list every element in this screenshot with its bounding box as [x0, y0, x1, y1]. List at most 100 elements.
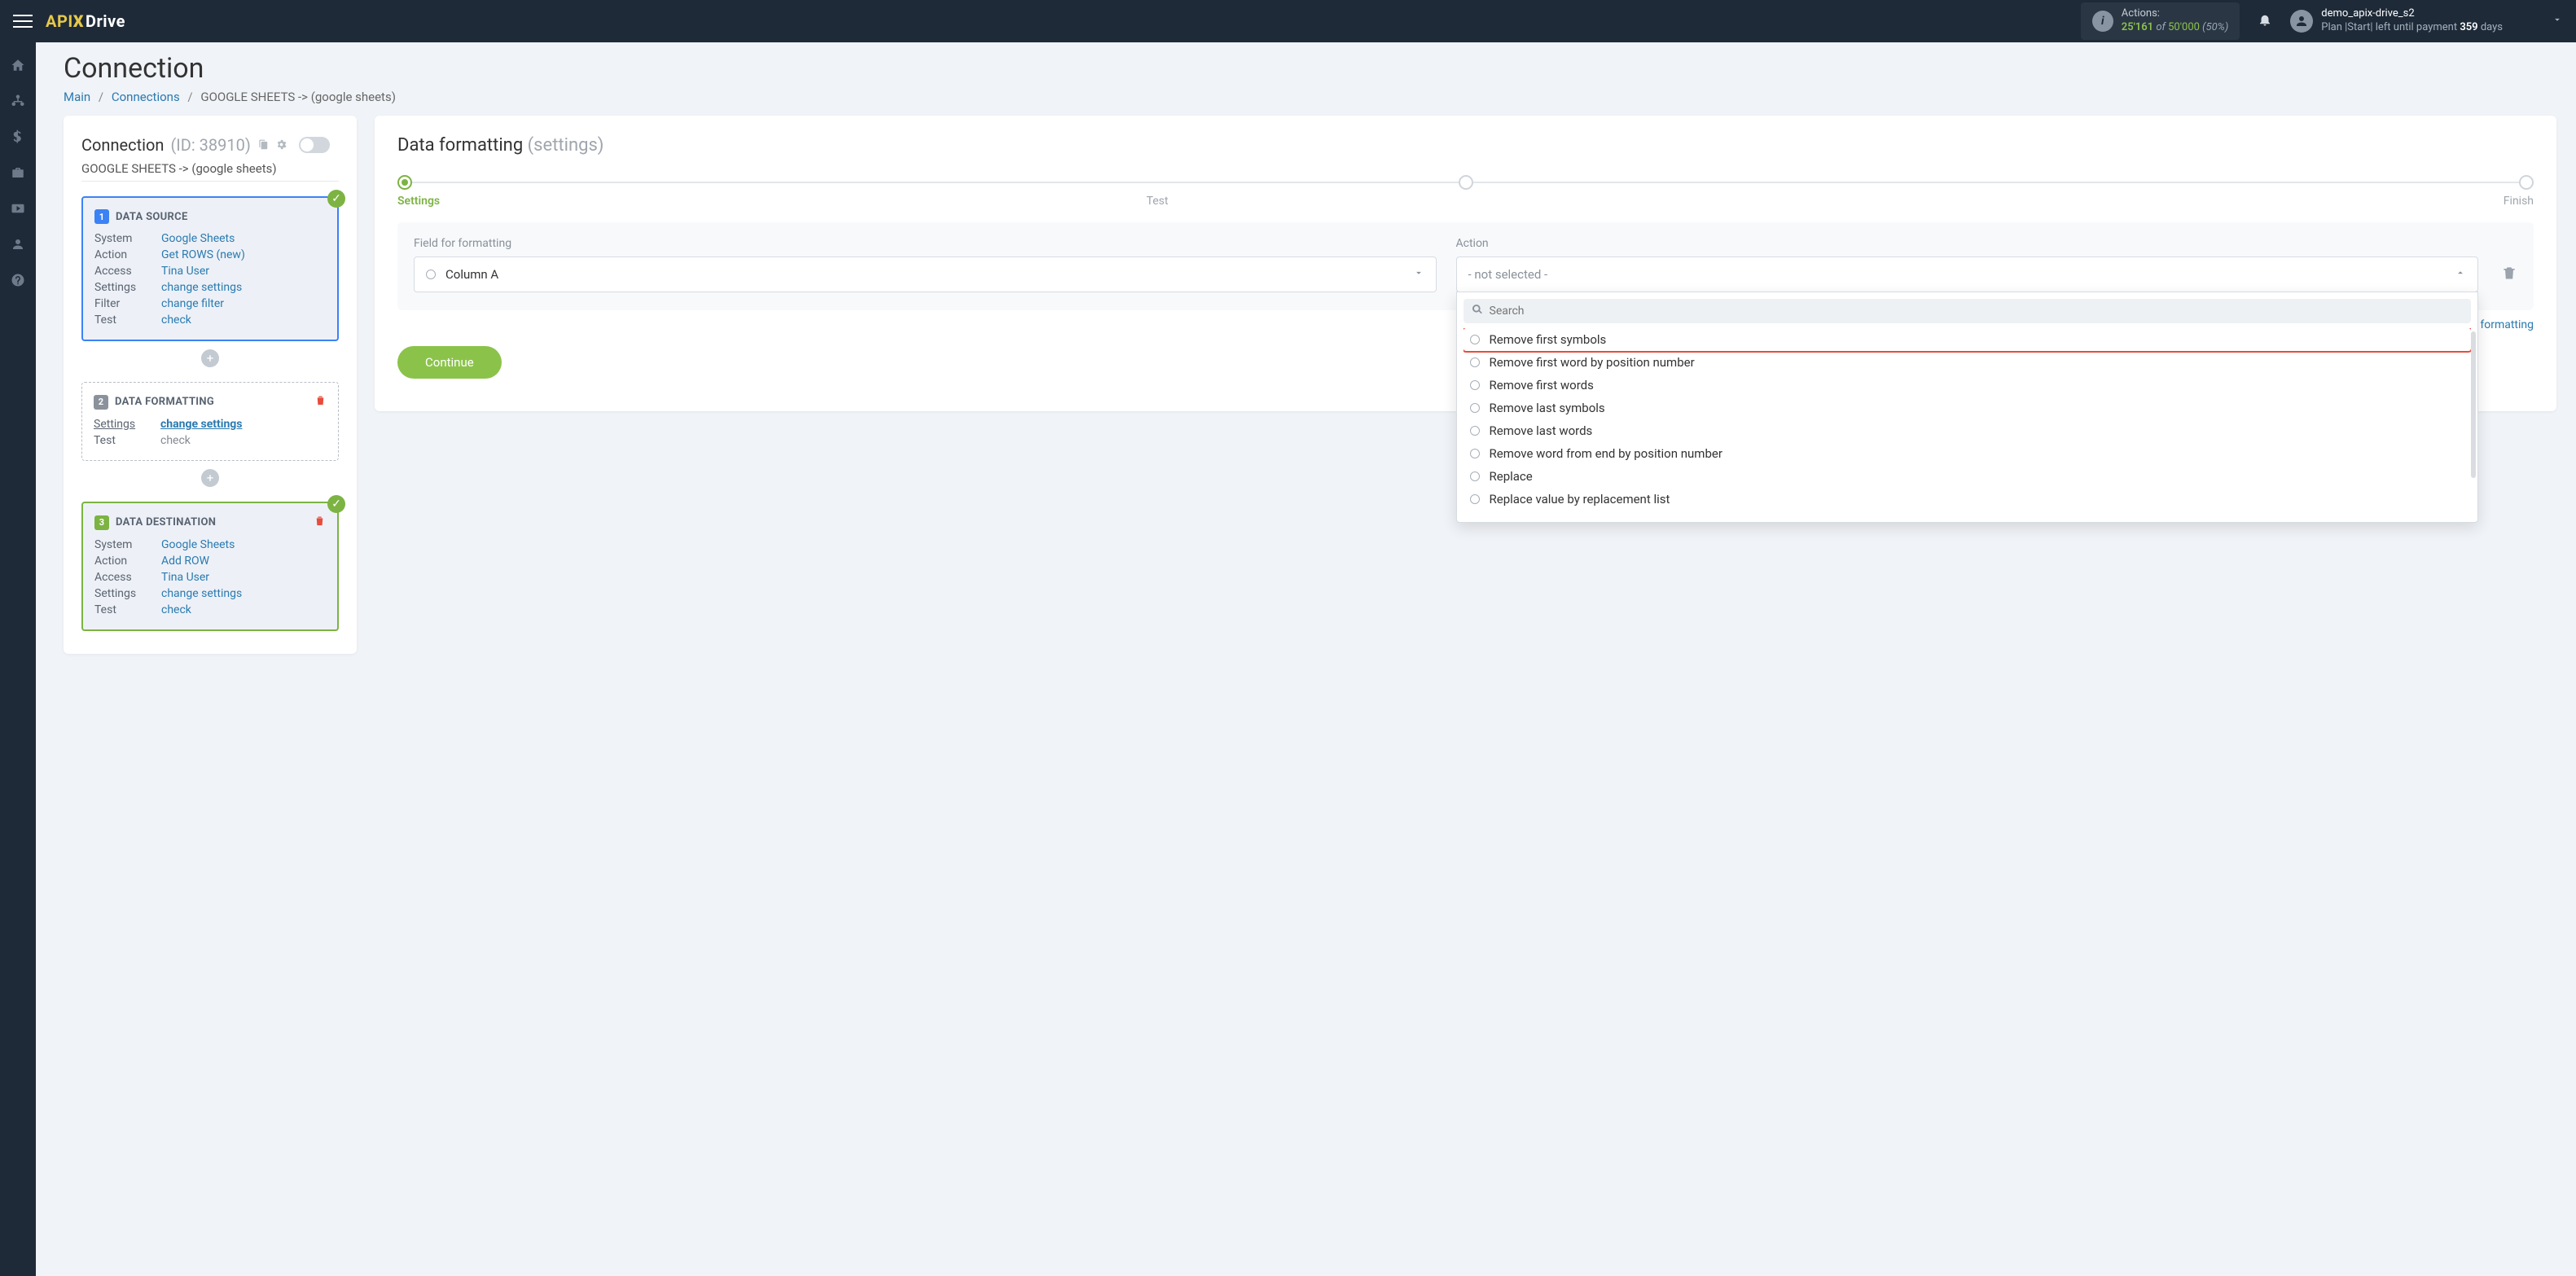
breadcrumb-connections[interactable]: Connections [112, 90, 180, 104]
trash-icon[interactable] [314, 515, 326, 530]
nav-video-icon[interactable] [0, 191, 36, 226]
radio-icon [1470, 426, 1480, 436]
chevron-up-icon [2455, 267, 2466, 282]
user-menu[interactable]: demo_apix-drive_s2 Plan |Start| left unt… [2290, 7, 2563, 35]
check-icon: ✓ [327, 190, 345, 208]
wizard-step-test[interactable] [1459, 175, 1473, 190]
user-name: demo_apix-drive_s2 [2321, 7, 2503, 21]
radio-icon [1470, 380, 1480, 390]
copy-icon[interactable] [257, 135, 269, 155]
formatting-row: Field for formatting Column A Action - n… [397, 222, 2534, 310]
chevron-down-icon[interactable] [2552, 14, 2563, 29]
wizard-step-finish[interactable] [2519, 175, 2534, 190]
data-formatting-box[interactable]: 2 DATA FORMATTING Settingschange setting… [81, 382, 339, 461]
continue-button[interactable]: Continue [397, 346, 502, 379]
action-option[interactable]: Remove first words [1464, 374, 2472, 397]
field-select[interactable]: Column A [414, 257, 1437, 292]
scrollbar[interactable] [2471, 331, 2476, 478]
dest-system-link[interactable]: Google Sheets [161, 538, 235, 551]
nav-help-icon[interactable] [0, 262, 36, 298]
dest-action-link[interactable]: Add ROW [161, 555, 209, 568]
breadcrumb-main[interactable]: Main [64, 90, 90, 104]
source-system-link[interactable]: Google Sheets [161, 232, 235, 245]
step-title: DATA DESTINATION [116, 516, 216, 528]
nav-briefcase-icon[interactable] [0, 155, 36, 191]
step-number: 2 [94, 395, 108, 410]
logo-drive: Drive [86, 11, 125, 31]
left-rail [0, 42, 36, 1276]
wizard-step-settings[interactable] [397, 175, 412, 190]
gear-icon[interactable] [275, 135, 287, 155]
top-bar: APIXDrive i Actions: 25'161 of 50'000 (5… [0, 0, 2576, 42]
step-title: DATA SOURCE [116, 211, 188, 223]
action-option[interactable]: Replace value by replacement list [1464, 488, 2472, 511]
formatting-settings-link[interactable]: change settings [160, 418, 242, 431]
formatting-title: Data formatting [397, 135, 523, 156]
radio-icon [1470, 471, 1480, 481]
nav-billing-icon[interactable] [0, 119, 36, 155]
logo-x: X [73, 11, 84, 31]
radio-icon [1470, 335, 1480, 344]
connection-toggle[interactable] [299, 137, 330, 153]
action-option[interactable]: Remove last symbols [1464, 397, 2472, 419]
source-action-link[interactable]: Get ROWS (new) [161, 248, 245, 261]
action-option-label: Remove last words [1490, 423, 1593, 438]
user-plan: Plan |Start| left until payment 359 days [2321, 21, 2503, 35]
action-option-label: Replace [1490, 469, 1533, 484]
add-step-button[interactable]: + [201, 469, 219, 487]
step-number: 1 [94, 209, 109, 224]
action-option[interactable]: Round the column [1464, 511, 2472, 515]
nav-profile-icon[interactable] [0, 226, 36, 262]
chevron-down-icon [1413, 267, 1424, 282]
action-option[interactable]: Remove last words [1464, 419, 2472, 442]
logo-api: API [46, 11, 73, 31]
dropdown-search[interactable] [1464, 299, 2472, 323]
source-test-link[interactable]: check [161, 314, 191, 327]
action-option[interactable]: Remove first word by position number [1464, 351, 2472, 374]
radio-icon [1470, 403, 1480, 413]
actions-label: Actions: [2122, 7, 2229, 21]
radio-icon [1470, 494, 1480, 504]
wizard-label-finish: Finish [2504, 195, 2534, 208]
nav-connections-icon[interactable] [0, 83, 36, 119]
add-step-button[interactable]: + [201, 349, 219, 367]
radio-icon [1470, 357, 1480, 367]
action-option[interactable]: Remove word from end by position number [1464, 442, 2472, 465]
actions-of: of [2156, 21, 2166, 33]
action-select[interactable]: - not selected - [1456, 257, 2479, 292]
actions-box[interactable]: i Actions: 25'161 of 50'000 (50%) [2081, 2, 2240, 40]
action-label: Action [1456, 237, 2479, 250]
step-title: DATA FORMATTING [115, 396, 214, 408]
field-value: Column A [445, 267, 498, 282]
actions-pct: (50%) [2202, 21, 2228, 33]
trash-icon[interactable] [314, 394, 327, 410]
source-filter-link[interactable]: change filter [161, 297, 224, 310]
bell-icon[interactable] [2258, 12, 2272, 31]
dropdown-search-input[interactable] [1490, 305, 2464, 318]
dest-settings-link[interactable]: change settings [161, 587, 242, 600]
search-icon [1472, 304, 1483, 318]
info-icon: i [2092, 11, 2113, 32]
formatting-panel: Data formatting (settings) Settings Test… [375, 116, 2556, 411]
data-destination-box[interactable]: ✓ 3 DATA DESTINATION SystemGoogle Sheets… [81, 502, 339, 631]
action-option-label: Remove first words [1490, 378, 1594, 392]
hamburger-icon[interactable] [13, 11, 33, 32]
action-option[interactable]: Replace [1464, 465, 2472, 488]
source-settings-link[interactable]: change settings [161, 281, 242, 294]
dest-access-link[interactable]: Tina User [161, 571, 209, 584]
action-option[interactable]: Remove first symbols [1464, 328, 2472, 351]
action-option-label: Replace value by replacement list [1490, 492, 1670, 506]
action-option-label: Remove first word by position number [1490, 355, 1695, 370]
action-option-label: Remove word from end by position number [1490, 446, 1722, 461]
delete-row-icon[interactable] [2501, 265, 2517, 292]
action-dropdown: Remove first symbols Remove first word by… [1456, 292, 2479, 523]
formatting-subtitle: (settings) [528, 135, 604, 156]
data-source-box[interactable]: ✓ 1 DATA SOURCE SystemGoogle Sheets Acti… [81, 196, 339, 341]
connection-id: (ID: 38910) [170, 135, 250, 155]
source-access-link[interactable]: Tina User [161, 265, 209, 278]
dest-test-link[interactable]: check [161, 603, 191, 616]
radio-icon [426, 270, 436, 279]
logo[interactable]: APIXDrive [46, 11, 125, 31]
wizard-steps [397, 175, 2534, 190]
nav-home-icon[interactable] [0, 47, 36, 83]
